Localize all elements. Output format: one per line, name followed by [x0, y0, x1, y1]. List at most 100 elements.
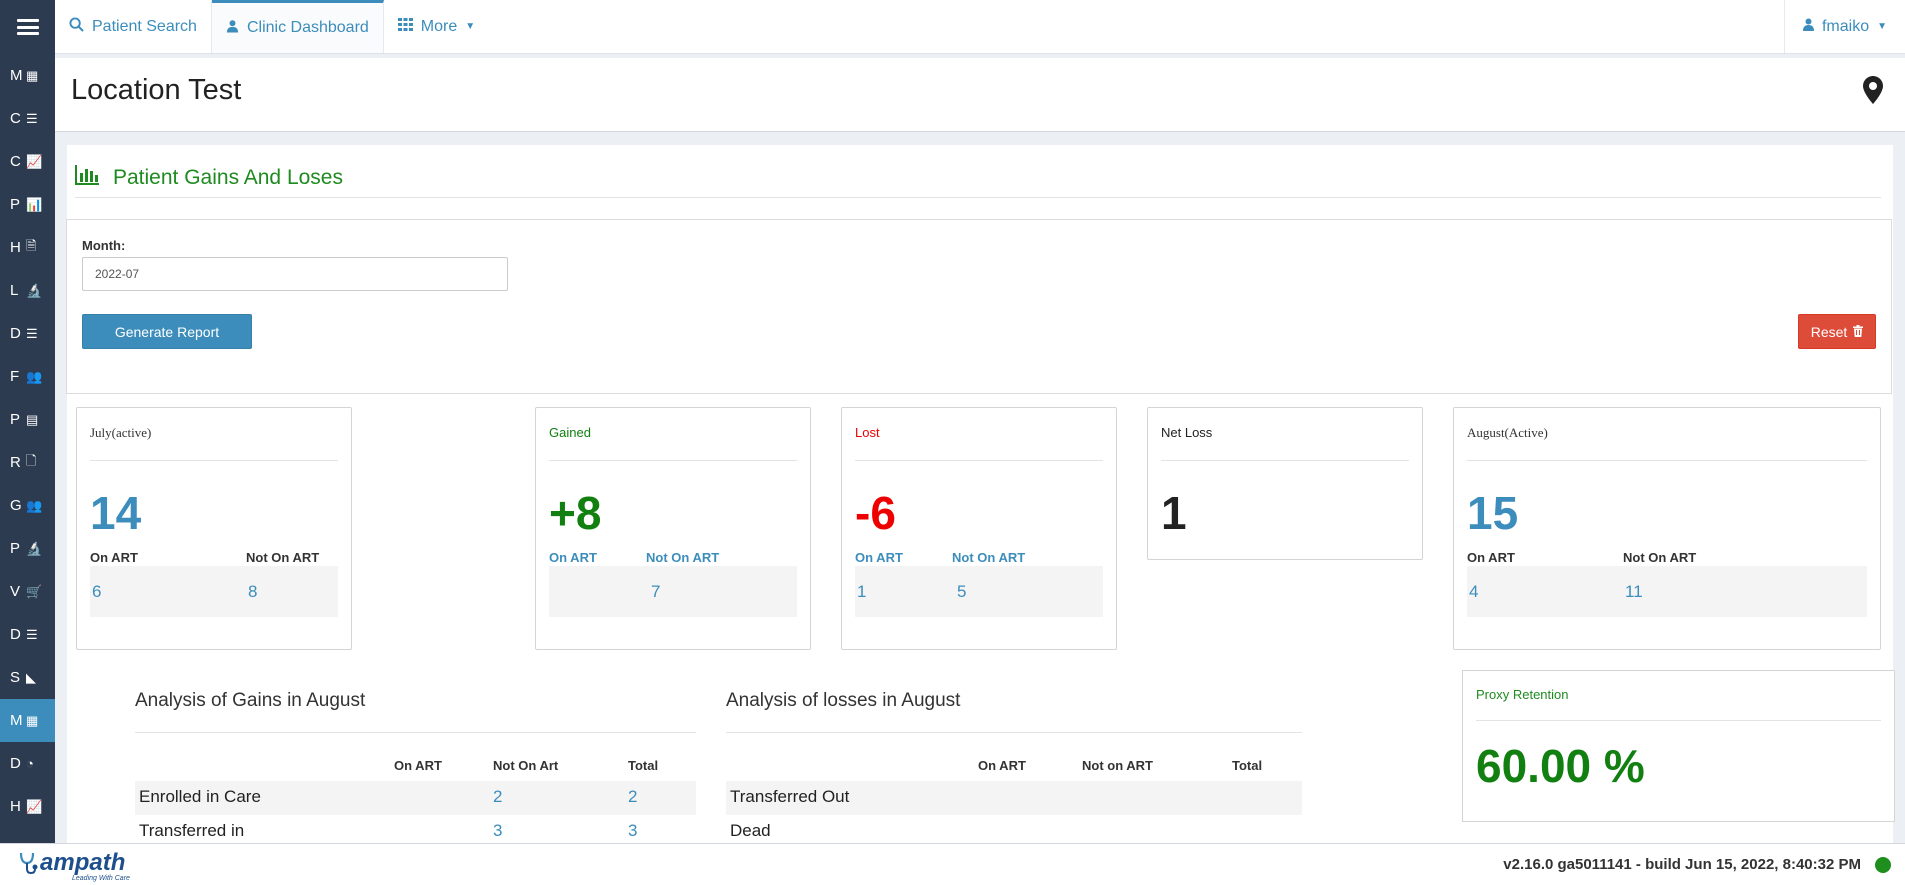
- top-navbar: Patient Search Clinic Dashboard More ▼ f…: [55, 0, 1905, 54]
- user-name: fmaiko: [1821, 17, 1870, 35]
- map-marker-icon[interactable]: [1863, 76, 1883, 111]
- filter-panel: Month: Generate Report Reset: [66, 219, 1892, 394]
- sidebar-item-letter: V: [10, 583, 21, 600]
- on-art-value[interactable]: 6: [92, 582, 101, 602]
- report-heading: Patient Gains And Loses: [75, 165, 343, 191]
- card-title: Net Loss: [1161, 425, 1213, 440]
- sidebar-item-letter: D: [10, 325, 21, 342]
- nav-clinic-dashboard[interactable]: Clinic Dashboard: [211, 0, 384, 53]
- table-row: Transferred in 3 3: [135, 815, 696, 843]
- column-header: On ART: [978, 758, 1026, 773]
- sidebar-item[interactable]: D ◔: [0, 742, 55, 785]
- sidebar-item[interactable]: C ☰: [0, 97, 55, 140]
- table-row: Dead: [726, 815, 1302, 843]
- sidebar-item[interactable]: L 🔬: [0, 269, 55, 312]
- sidebar-item[interactable]: D ☰: [0, 613, 55, 656]
- not-on-art-label: Not On ART: [646, 550, 720, 565]
- july-active-card: July(active) 14 On ART Not On ART 6 8: [76, 407, 352, 650]
- pie-chart-icon: ◔: [26, 756, 34, 771]
- pdf-icon: 🗎: [26, 237, 37, 253]
- sidebar-item[interactable]: C 📈: [0, 140, 55, 183]
- list-icon: ☰: [26, 325, 38, 341]
- sidebar-item-letter: R: [10, 454, 21, 471]
- sidebar-item[interactable]: R 🗋: [0, 441, 55, 484]
- nav-more-label: More: [420, 17, 458, 35]
- july-active-count: 14: [90, 487, 142, 539]
- proxy-retention-card: Proxy Retention 60.00 %: [1462, 670, 1895, 822]
- sidebar-item[interactable]: P 🔬: [0, 527, 55, 570]
- on-art-value[interactable]: 4: [1469, 582, 1478, 602]
- list-icon: ☰: [26, 110, 38, 126]
- divider: [135, 732, 696, 733]
- sidebar-item[interactable]: F 👥: [0, 355, 55, 398]
- on-art-label: On ART: [549, 550, 597, 565]
- on-art-value[interactable]: 1: [857, 582, 866, 602]
- sidebar-item-letter: C: [10, 153, 21, 170]
- card-title: Lost: [855, 425, 880, 440]
- cart-icon: 🛒: [26, 583, 43, 599]
- sidebar-item-letter: C: [10, 110, 21, 127]
- not-on-art-value[interactable]: 7: [651, 582, 660, 602]
- column-header: Not on ART: [1082, 758, 1153, 773]
- not-on-art-value[interactable]: 11: [1625, 582, 1643, 602]
- sidebar-item[interactable]: M ▦: [0, 54, 55, 97]
- sidebar-item[interactable]: G 👥: [0, 484, 55, 527]
- column-header: On ART: [394, 758, 442, 773]
- sitemap-icon: ▦: [26, 67, 39, 83]
- not-on-art-value[interactable]: 5: [957, 582, 966, 602]
- microscope-icon: 🔬: [26, 282, 43, 298]
- sidebar-item[interactable]: S ◣: [0, 656, 55, 699]
- month-input[interactable]: [82, 257, 508, 291]
- sidebar-item[interactable]: D ☰: [0, 312, 55, 355]
- generate-report-button[interactable]: Generate Report: [82, 314, 252, 349]
- card-title: July(active): [90, 425, 152, 440]
- sidebar-item-letter: S: [10, 669, 21, 686]
- nav-patient-search[interactable]: Patient Search: [55, 0, 212, 53]
- menu-toggle-button[interactable]: [0, 0, 55, 54]
- on-art-label: On ART: [90, 550, 138, 565]
- caret-down-icon: ▼: [465, 21, 476, 32]
- search-icon: [69, 16, 84, 37]
- column-header: Total: [1232, 758, 1263, 773]
- nav-clinic-dashboard-label: Clinic Dashboard: [246, 19, 369, 36]
- report-panel: Patient Gains And Loses Month: Generate …: [66, 145, 1895, 843]
- card-title: Gained: [549, 425, 591, 440]
- not-on-art-label: Not On ART: [1623, 550, 1697, 565]
- not-on-art-value[interactable]: 2: [493, 787, 502, 807]
- not-on-art-value[interactable]: 8: [248, 582, 257, 602]
- on-art-label: On ART: [855, 550, 903, 565]
- sidebar-item-letter: D: [10, 755, 21, 772]
- month-label: Month:: [82, 238, 126, 253]
- list-icon: ☰: [26, 626, 38, 642]
- not-on-art-value[interactable]: 3: [493, 821, 502, 841]
- sidebar-item-letter: F: [10, 368, 20, 385]
- gained-card: Gained +8 On ART Not On ART 7: [535, 407, 811, 650]
- sidebar-item[interactable]: H 📈: [0, 785, 55, 828]
- proxy-retention-value: 60.00 %: [1476, 740, 1645, 792]
- sidebar-item[interactable]: P 📊: [0, 183, 55, 226]
- total-value[interactable]: 3: [628, 821, 637, 841]
- sidebar-item-letter: L: [10, 282, 19, 299]
- sidebar-item-letter: M: [10, 67, 23, 84]
- sidebar-item[interactable]: V 🛒: [0, 570, 55, 613]
- hamburger-icon: [16, 19, 39, 35]
- table-row: Transferred Out: [726, 781, 1302, 815]
- page-header: Location Test: [55, 58, 1905, 132]
- user-menu-dropdown[interactable]: fmaiko ▼: [1783, 0, 1905, 53]
- sidebar-item[interactable]: P ▤: [0, 398, 55, 441]
- sidebar-item-letter: D: [10, 626, 21, 643]
- row-label: Transferred Out: [730, 787, 850, 806]
- line-chart-icon: 📈: [26, 798, 43, 814]
- not-on-art-label: Not On ART: [246, 550, 320, 565]
- reset-button-label: Reset: [1810, 323, 1848, 340]
- not-on-art-label: Not On ART: [952, 550, 1026, 565]
- total-value[interactable]: 2: [628, 787, 637, 807]
- sidebar-item[interactable]: H 🗎: [0, 226, 55, 269]
- net-loss-count: 1: [1161, 487, 1187, 539]
- sidebar: M ▦ C ☰ C 📈 P 📊 H 🗎 L 🔬 D ☰ F 👥 P ▤ R 🗋 G 👥 P 🔬 V 🛒 D ☰ S ◣ M ▦ D ◔ H 📈: [0, 0, 55, 843]
- sidebar-item-letter: G: [10, 497, 22, 514]
- sidebar-item[interactable]: M ▦: [0, 699, 55, 742]
- nav-more-dropdown[interactable]: More ▼: [384, 0, 489, 53]
- reset-button[interactable]: Reset: [1798, 314, 1876, 349]
- card-title: August(Active): [1467, 425, 1548, 440]
